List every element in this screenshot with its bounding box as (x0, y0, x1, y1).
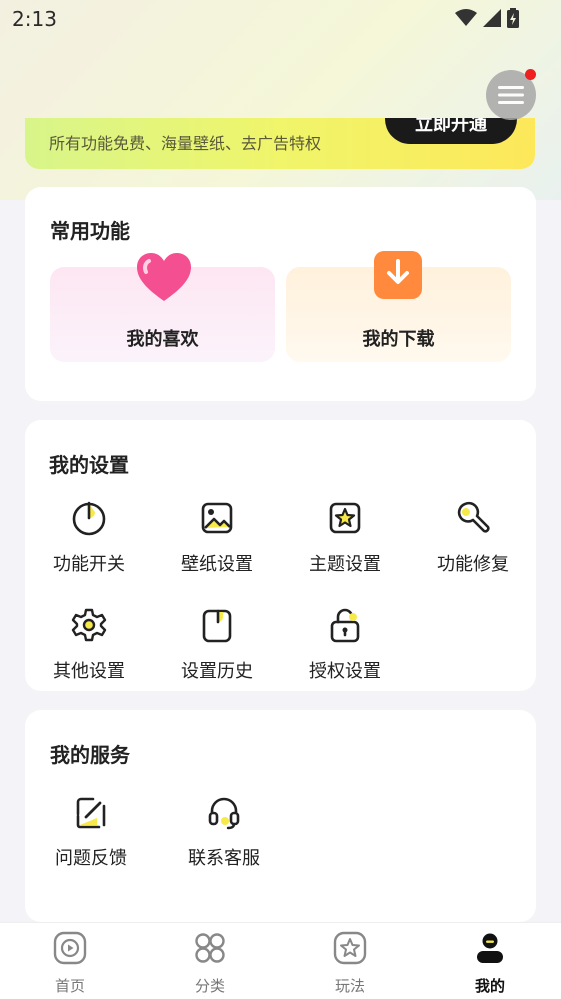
my-settings-card: 我的设置 功能开关 壁纸设置 主题设置 功能修复 其他设置 设置历史 授权设置 (25, 420, 536, 691)
battery-icon (507, 8, 519, 28)
history-icon (202, 609, 232, 643)
lock-icon (330, 608, 360, 643)
feedback-button[interactable]: 问题反馈 (27, 792, 155, 870)
power-icon (72, 501, 106, 536)
my-downloads-button[interactable]: 我的下载 (286, 251, 511, 362)
tab-play[interactable]: 玩法 (300, 931, 400, 996)
my-downloads-label: 我的下载 (362, 329, 435, 350)
headset-icon (208, 797, 240, 830)
feature-repair-label: 功能修复 (437, 554, 509, 575)
theme-settings-label: 主题设置 (309, 554, 381, 575)
theme-star-icon (329, 502, 361, 534)
my-favorites-button[interactable]: 我的喜欢 (50, 253, 275, 362)
common-functions-card: 常用功能 我的喜欢 我的下载 (25, 187, 536, 401)
status-time: 2:13 (12, 7, 57, 31)
tab-home-label: 首页 (54, 977, 85, 995)
feature-toggle-button[interactable]: 功能开关 (25, 498, 153, 576)
gear-icon (71, 608, 107, 642)
wallpaper-settings-label: 壁纸设置 (181, 554, 253, 575)
status-icons (455, 8, 519, 28)
vip-activate-button[interactable]: 立即开通 (385, 118, 517, 144)
grid-icon (195, 933, 225, 963)
settings-history-label: 设置历史 (181, 661, 253, 682)
heart-icon (137, 253, 191, 301)
wallpaper-settings-button[interactable]: 壁纸设置 (153, 498, 281, 576)
tab-mine[interactable]: 我的 (440, 931, 540, 996)
authorization-settings-label: 授权设置 (309, 661, 381, 682)
user-icon (477, 933, 503, 963)
star-icon (333, 931, 367, 965)
vip-banner[interactable]: 所有功能免费、海量壁纸、去广告特权 立即开通 (25, 118, 535, 169)
other-settings-button[interactable]: 其他设置 (25, 605, 153, 683)
feedback-label: 问题反馈 (55, 848, 127, 869)
tab-play-label: 玩法 (334, 977, 365, 995)
my-services-title: 我的服务 (50, 743, 130, 767)
feature-toggle-label: 功能开关 (53, 554, 125, 575)
authorization-settings-button[interactable]: 授权设置 (281, 605, 409, 683)
other-settings-label: 其他设置 (53, 661, 125, 682)
my-settings-title: 我的设置 (49, 453, 129, 477)
status-bar: 2:13 (0, 0, 561, 40)
tab-category-label: 分类 (194, 977, 225, 995)
wifi-icon (455, 9, 477, 26)
vip-subtitle: 所有功能免费、海量壁纸、去广告特权 (49, 134, 322, 153)
tab-category[interactable]: 分类 (160, 931, 260, 996)
settings-history-button[interactable]: 设置历史 (153, 605, 281, 683)
image-icon (201, 502, 233, 534)
tab-mine-label: 我的 (474, 977, 505, 995)
notification-badge (525, 69, 536, 80)
bottom-tab-bar: 首页 分类 玩法 我的 (0, 922, 561, 999)
play-icon (53, 931, 87, 965)
customer-service-button[interactable]: 联系客服 (160, 792, 288, 870)
customer-service-label: 联系客服 (188, 848, 260, 869)
feature-repair-button[interactable]: 功能修复 (409, 498, 537, 576)
edit-icon (76, 797, 106, 829)
tab-home[interactable]: 首页 (20, 931, 120, 996)
theme-settings-button[interactable]: 主题设置 (281, 498, 409, 576)
my-services-card: 我的服务 问题反馈 联系客服 (25, 710, 536, 922)
signal-icon (483, 9, 501, 27)
common-functions-title: 常用功能 (50, 219, 130, 243)
download-icon (374, 251, 422, 299)
my-favorites-label: 我的喜欢 (126, 329, 199, 350)
wrench-icon (457, 501, 490, 533)
menu-icon (498, 86, 524, 104)
